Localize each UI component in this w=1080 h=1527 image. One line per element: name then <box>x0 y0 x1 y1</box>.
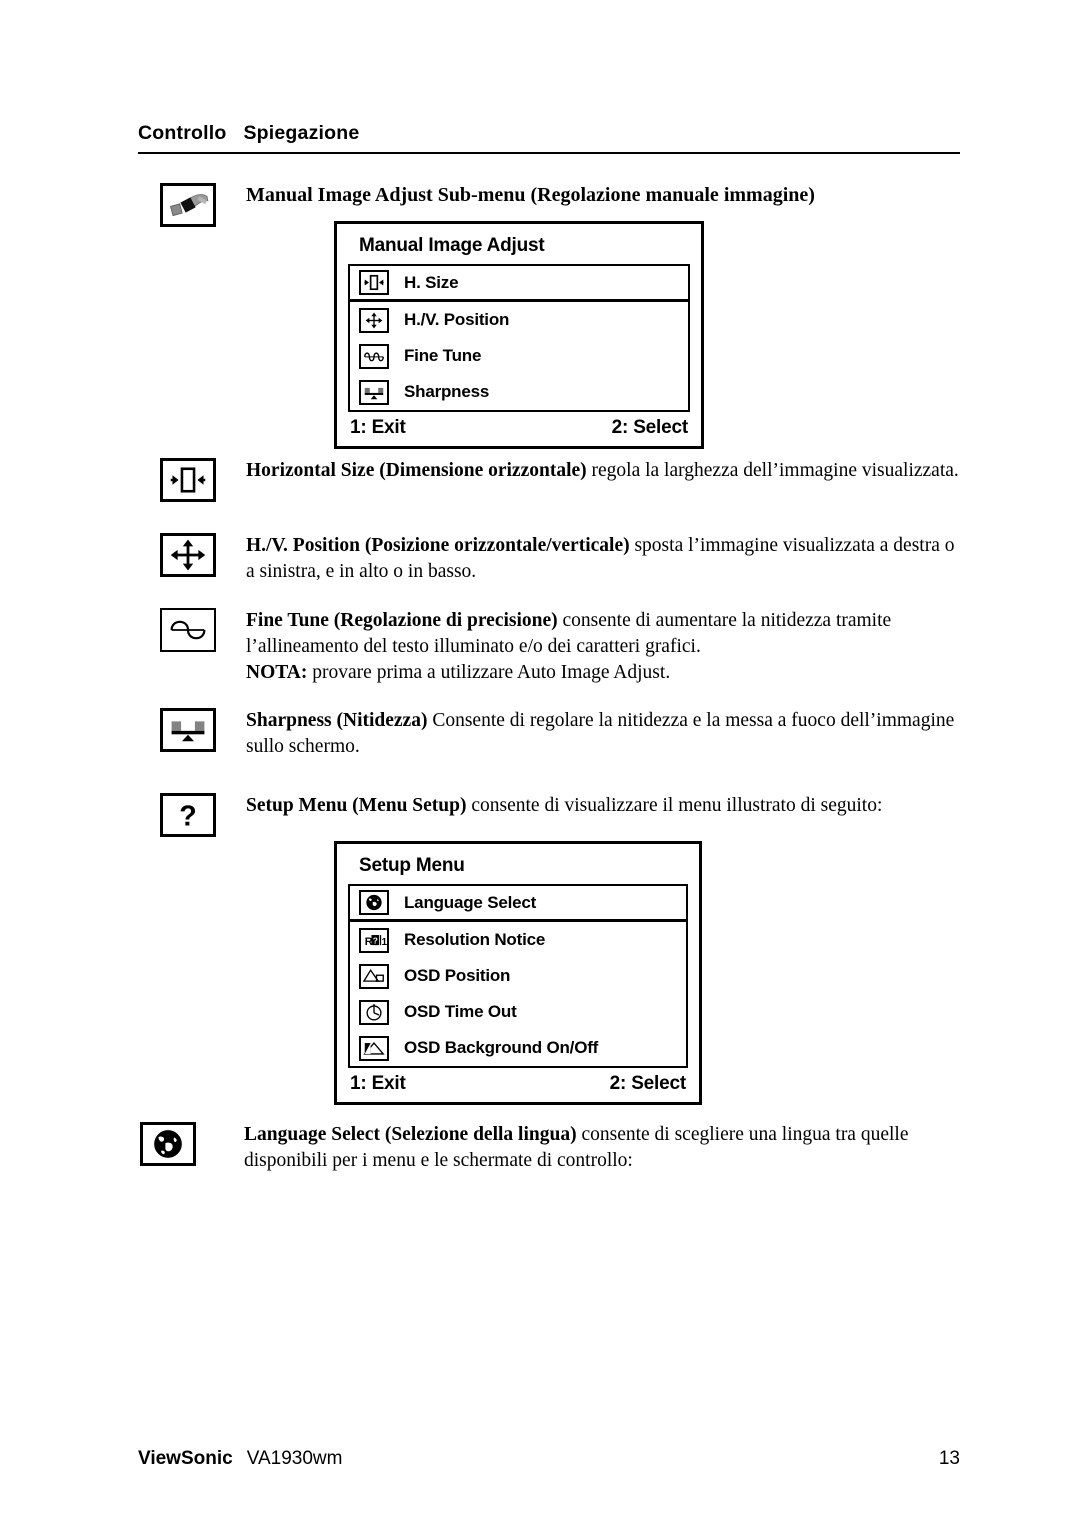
osd-footer: 1: Exit 2: Select <box>348 1073 688 1095</box>
hv-position-icon <box>359 307 389 333</box>
osd-footer-select[interactable]: 2: Select <box>612 417 689 439</box>
section-language-select: Language Select (Selezione della lingua)… <box>140 1122 984 1174</box>
osd-background-icon <box>359 1035 389 1061</box>
osd-title: Manual Image Adjust <box>359 235 545 256</box>
header-columns: Controllo Spiegazione <box>138 122 960 145</box>
setup-menu-body: Setup Menu (Menu Setup) consente di visu… <box>246 793 962 1105</box>
fine-tune-note-label: NOTA: <box>246 662 308 683</box>
osd-item-osd-timeout[interactable]: OSD Time Out <box>350 994 686 1030</box>
osd-timeout-icon <box>359 999 389 1025</box>
manual-adjust-hand-icon-svg <box>163 186 213 224</box>
h-size-icon <box>359 270 389 295</box>
fine-tune-note: NOTA: provare prima a utilizzare Auto Im… <box>246 660 962 686</box>
section-manual-image-adjust: Manual Image Adjust Sub-menu (Regolazion… <box>160 183 962 449</box>
osd-item-h-size[interactable]: H. Size <box>350 266 688 302</box>
sharpness-icon <box>160 708 216 752</box>
osd-panel-setup-menu: Setup Menu Language Select R ? 1 Resolut… <box>334 841 702 1105</box>
header-explanation-label: Spiegazione <box>243 122 360 144</box>
header-control-label: Controllo <box>138 122 227 144</box>
osd-item-list: Language Select R ? 1 Resolution Notice … <box>348 884 688 1068</box>
osd-item-label: H. Size <box>404 272 459 292</box>
osd-footer-exit[interactable]: 1: Exit <box>350 417 406 439</box>
osd-item-label: Fine Tune <box>404 346 482 365</box>
osd-item-language-select[interactable]: Language Select <box>350 886 686 922</box>
svg-text:?: ? <box>373 935 378 945</box>
setup-menu-desc: consente di visualizzare il menu illustr… <box>466 795 883 816</box>
question-mark-icon: ? <box>160 793 216 837</box>
section-hv-position: H./V. Position (Posizione orizzontale/ve… <box>160 533 962 585</box>
osd-footer-exit[interactable]: 1: Exit <box>350 1073 406 1095</box>
language-select-body: Language Select (Selezione della lingua)… <box>244 1122 984 1174</box>
sharpness-term: Sharpness (Nitidezza) <box>246 710 428 731</box>
language-select-paragraph: Language Select (Selezione della lingua)… <box>244 1122 984 1174</box>
fine-tune-body: Fine Tune (Regolazione di precisione) co… <box>246 608 962 686</box>
osd-position-icon <box>359 963 389 989</box>
resolution-notice-icon: R ? 1 <box>359 927 389 953</box>
setup-menu-term: Setup Menu (Menu Setup) <box>246 795 467 816</box>
section-sharpness: Sharpness (Nitidezza) Consente di regola… <box>160 708 962 760</box>
fine-tune-term: Fine Tune (Regolazione di precisione) <box>246 610 558 631</box>
fine-tune-paragraph: Fine Tune (Regolazione di precisione) co… <box>246 608 962 660</box>
fine-tune-icon <box>160 608 216 652</box>
osd-item-label: Language Select <box>404 892 537 912</box>
osd-item-label: OSD Time Out <box>404 1002 517 1021</box>
fine-tune-note-text: provare prima a utilizzare Auto Image Ad… <box>307 662 671 683</box>
sharpness-icon <box>359 379 389 405</box>
osd-item-label: H./V. Position <box>404 310 510 329</box>
osd-item-label: OSD Background On/Off <box>404 1038 599 1057</box>
language-select-term: Language Select (Selezione della lingua) <box>244 1124 577 1145</box>
hv-position-paragraph: H./V. Position (Posizione orizzontale/ve… <box>246 533 962 585</box>
svg-text:1: 1 <box>382 937 387 948</box>
osd-panel-manual-image-adjust: Manual Image Adjust H. Size H./V. Positi… <box>334 221 704 449</box>
svg-text:?: ? <box>179 800 196 832</box>
sharpness-paragraph: Sharpness (Nitidezza) Consente di regola… <box>246 708 962 760</box>
osd-item-resolution-notice[interactable]: R ? 1 Resolution Notice <box>350 922 686 958</box>
osd-item-osd-position[interactable]: OSD Position <box>350 958 686 994</box>
osd-footer-select[interactable]: 2: Select <box>610 1073 687 1095</box>
hv-position-body: H./V. Position (Posizione orizzontale/ve… <box>246 533 962 585</box>
osd-item-label: Sharpness <box>404 382 490 401</box>
footer-brand: ViewSonic <box>138 1448 233 1469</box>
page-footer: ViewSonic VA1930wm 13 <box>138 1448 960 1470</box>
footer-page-number: 13 <box>938 1448 960 1469</box>
horizontal-size-term: Horizontal Size (Dimensione orizzontale) <box>246 460 587 481</box>
header-divider <box>138 152 960 154</box>
horizontal-size-body: Horizontal Size (Dimensione orizzontale)… <box>246 458 962 484</box>
osd-item-label: OSD Position <box>404 966 511 985</box>
section-setup-menu: ? Setup Menu (Menu Setup) consente di vi… <box>160 793 962 1105</box>
h-size-icon <box>160 458 216 502</box>
osd-item-list: H. Size H./V. Position Fine Tune Sharpne… <box>348 264 690 412</box>
fine-tune-icon <box>359 343 389 369</box>
setup-menu-paragraph: Setup Menu (Menu Setup) consente di visu… <box>246 793 962 819</box>
osd-title: Setup Menu <box>359 855 465 876</box>
section-title-manual-image-adjust: Manual Image Adjust Sub-menu (Regolazion… <box>246 184 815 206</box>
document-page: Controllo Spiegazione Manual Image Adjust… <box>0 0 1080 1527</box>
horizontal-size-paragraph: Horizontal Size (Dimensione orizzontale)… <box>246 458 962 484</box>
horizontal-size-desc: regola la larghezza dell’immagine visual… <box>586 460 959 481</box>
section-horizontal-size: Horizontal Size (Dimensione orizzontale)… <box>160 458 962 502</box>
manual-image-adjust-body: Manual Image Adjust Sub-menu (Regolazion… <box>246 183 962 449</box>
osd-item-label: Resolution Notice <box>404 930 546 949</box>
osd-footer: 1: Exit 2: Select <box>348 417 690 439</box>
page-header: Controllo Spiegazione <box>138 122 960 154</box>
footer-model: VA1930wm <box>246 1448 343 1469</box>
sharpness-body: Sharpness (Nitidezza) Consente di regola… <box>246 708 962 760</box>
osd-item-hv-position[interactable]: H./V. Position <box>350 302 688 338</box>
osd-item-fine-tune[interactable]: Fine Tune <box>350 338 688 374</box>
hv-position-term: H./V. Position (Posizione orizzontale/ve… <box>246 535 630 556</box>
globe-icon <box>359 890 389 915</box>
section-fine-tune: Fine Tune (Regolazione di precisione) co… <box>160 608 962 686</box>
globe-icon <box>140 1122 196 1166</box>
osd-item-osd-background[interactable]: OSD Background On/Off <box>350 1030 686 1066</box>
hv-position-icon <box>160 533 216 577</box>
osd-item-sharpness[interactable]: Sharpness <box>350 374 688 410</box>
manual-adjust-hand-icon <box>160 183 216 227</box>
